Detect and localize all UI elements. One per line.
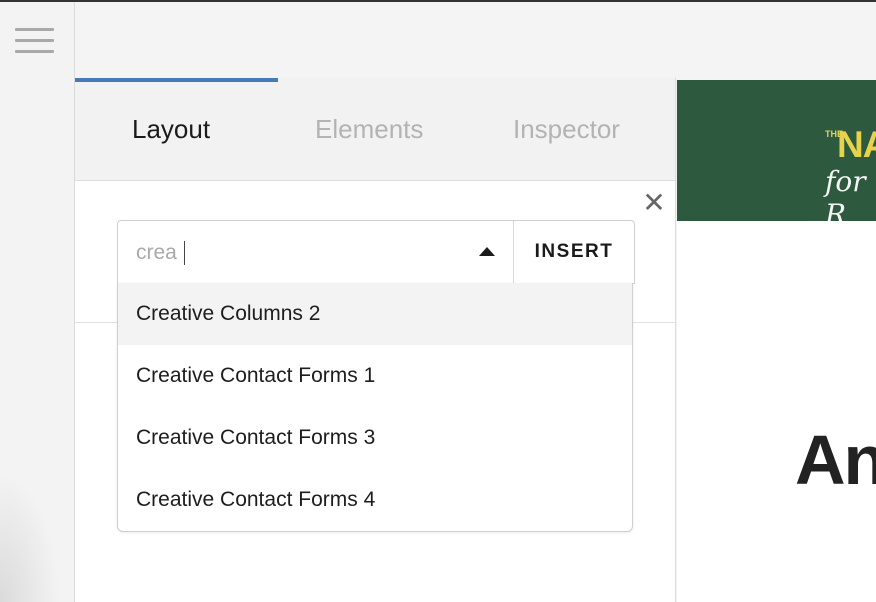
dropdown-option[interactable]: Creative Contact Forms 4	[118, 469, 632, 531]
top-bar	[75, 2, 876, 78]
preview-banner: THE NA for R	[677, 80, 876, 221]
hamburger-icon[interactable]	[15, 28, 54, 54]
tab-inspector[interactable]: Inspector	[513, 114, 620, 145]
preview-heading: An	[795, 421, 876, 499]
chevron-up-icon[interactable]	[479, 247, 495, 256]
tab-layout[interactable]: Layout	[132, 114, 210, 145]
suggestion-dropdown: Creative Columns 2 Creative Contact Form…	[117, 283, 633, 532]
dropdown-option[interactable]: Creative Contact Forms 1	[118, 345, 632, 407]
tab-bar: Layout Elements Inspector	[75, 78, 675, 181]
text-cursor	[184, 241, 185, 265]
logo-sub-text: for R	[825, 165, 866, 221]
dropdown-option[interactable]: Creative Columns 2	[118, 283, 632, 345]
rail-shadow	[0, 472, 60, 602]
insert-button[interactable]: INSERT	[514, 221, 634, 283]
left-rail	[0, 2, 75, 602]
logo-main-text: NA	[837, 124, 876, 165]
tab-elements[interactable]: Elements	[315, 114, 423, 145]
element-search-combobox[interactable]: INSERT	[117, 220, 635, 284]
page-preview: THE NA for R An	[677, 80, 876, 602]
close-icon[interactable]: ✕	[641, 189, 667, 217]
logo-the-text: THE	[825, 129, 843, 139]
active-tab-indicator	[75, 78, 278, 82]
dropdown-option[interactable]: Creative Contact Forms 3	[118, 407, 632, 469]
